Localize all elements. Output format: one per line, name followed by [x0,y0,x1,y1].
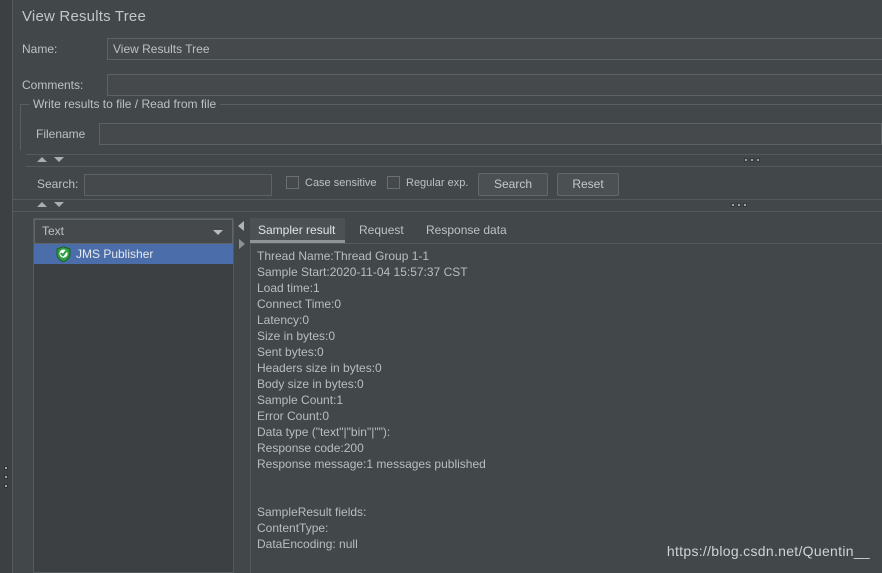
grip-dot [4,475,8,479]
comments-input[interactable] [107,74,882,96]
tree-item-jms-publisher[interactable]: JMS Publisher [34,244,233,264]
renderer-select[interactable]: Text [34,219,233,244]
result-tab-strip: Sampler result Request Response data [250,218,882,244]
result-line [257,488,882,504]
regular-exp-label: Regular exp. [406,176,469,189]
result-line: Connect Time:0 [257,297,342,311]
result-line: Load time:1 [257,281,320,295]
result-line: Data type ("text"|"bin"|""): [257,425,391,439]
sampler-result-panel[interactable]: Thread Name:Thread Group 1-1 Sample Star… [250,244,882,573]
case-sensitive-checkbox[interactable]: Case sensitive [286,176,377,189]
vertical-split-handle[interactable] [3,466,9,488]
watermark-text: https://blog.csdn.net/Quentin__ [666,543,870,559]
name-label: Name: [22,42,58,56]
splitter-bottom-grip[interactable] [731,203,747,207]
result-line: Response message:1 messages published [257,457,486,471]
collapse-down-icon[interactable] [54,202,64,207]
write-results-groupbox-title: Write results to file / Read from file [29,97,221,111]
search-row: Search: Case sensitive Regular exp. Sear… [26,171,882,199]
window-left-gutter [0,0,13,573]
comments-row: Comments: [13,74,882,98]
splitter-top-grip[interactable] [744,158,760,162]
result-tabs-host: Sampler result Request Response data Thr… [236,210,882,573]
write-results-groupbox: Write results to file / Read from file F… [20,97,882,150]
search-label: Search: [37,177,79,191]
filename-label: Filename [36,127,86,141]
result-line [257,472,882,488]
result-line: Response code:200 [257,441,364,455]
splitter-top-arrows[interactable] [37,157,64,162]
search-input[interactable] [84,174,272,196]
result-line: Headers size in bytes:0 [257,361,382,375]
grip-dot [743,203,747,207]
tab-scroll-controls[interactable] [236,218,248,256]
grip-dot [750,158,754,162]
collapse-up-icon[interactable] [37,157,47,162]
search-button[interactable]: Search [478,173,548,196]
shield-success-icon [56,246,71,262]
result-line: Sample Start:2020-11-04 15:57:37 CST [257,265,468,279]
result-line: Body size in bytes:0 [257,377,364,391]
results-split-pane: Text JMS Publisher Sampler result Reques… [26,210,882,573]
name-row: Name: View Results Tree [13,38,882,62]
page-title: View Results Tree [22,8,147,25]
sampler-result-text: Thread Name:Thread Group 1-1 Sample Star… [257,248,882,552]
regular-exp-checkbox[interactable]: Regular exp. [387,176,468,189]
grip-dot [731,203,735,207]
result-line: Latency:0 [257,313,310,327]
result-line: ContentType: [257,521,329,535]
renderer-select-value: Text [42,224,65,238]
grip-dot [4,466,8,470]
tab-request[interactable]: Request [351,218,414,243]
case-sensitive-label: Case sensitive [305,176,377,189]
result-line: Thread Name:Thread Group 1-1 [257,249,430,263]
checkbox-box[interactable] [387,176,400,189]
checkbox-box[interactable] [286,176,299,189]
filename-input[interactable] [99,123,882,145]
reset-button[interactable]: Reset [557,173,619,196]
tab-scroll-left-icon[interactable] [238,221,244,231]
splitter-top[interactable] [26,154,882,167]
result-line: Error Count:0 [257,409,330,423]
splitter-bottom-arrows[interactable] [37,202,64,207]
result-line: Sent bytes:0 [257,345,324,359]
grip-dot [744,158,748,162]
result-line: Sample Count:1 [257,393,344,407]
tree-item-label: JMS Publisher [76,247,154,261]
grip-dot [756,158,760,162]
main-pane: View Results Tree Name: View Results Tre… [13,0,882,573]
comments-label: Comments: [22,78,84,92]
name-input[interactable]: View Results Tree [107,38,882,60]
collapse-down-icon[interactable] [54,157,64,162]
jmeter-view-results-tree-window: View Results Tree Name: View Results Tre… [0,0,882,573]
chevron-down-icon[interactable] [213,230,223,235]
tab-scroll-right-icon[interactable] [239,239,245,249]
results-tree-panel: Text JMS Publisher [33,218,234,573]
result-line: Size in bytes:0 [257,329,336,343]
grip-dot [4,484,8,488]
tab-sampler-result[interactable]: Sampler result [250,218,345,243]
grip-dot [737,203,741,207]
collapse-up-icon[interactable] [37,202,47,207]
result-line: SampleResult fields: [257,505,367,519]
tab-response-data[interactable]: Response data [418,218,518,243]
